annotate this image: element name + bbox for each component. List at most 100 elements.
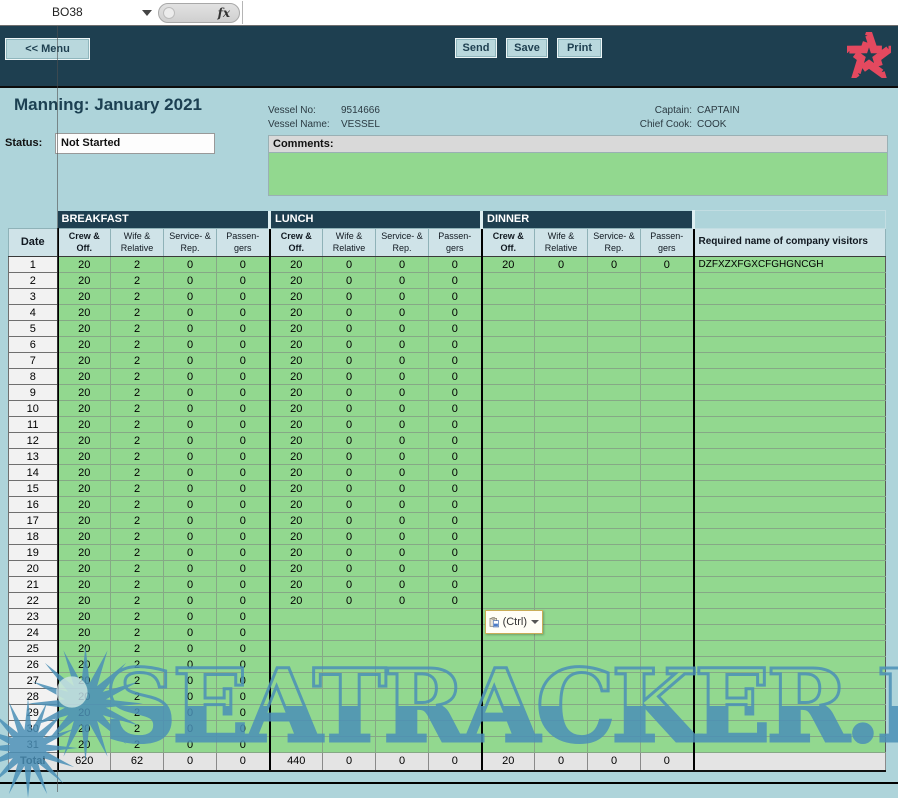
value-cell[interactable]: 20: [58, 353, 111, 369]
value-cell[interactable]: 0: [164, 577, 217, 593]
value-cell[interactable]: 0: [429, 465, 482, 481]
value-cell[interactable]: [588, 577, 641, 593]
value-cell[interactable]: [535, 337, 588, 353]
value-cell[interactable]: [270, 657, 323, 673]
value-cell[interactable]: 0: [164, 353, 217, 369]
value-cell[interactable]: 0: [164, 529, 217, 545]
value-cell[interactable]: [323, 657, 376, 673]
value-cell[interactable]: 0: [323, 289, 376, 305]
value-cell[interactable]: 0: [217, 641, 270, 657]
value-cell[interactable]: 20: [58, 609, 111, 625]
value-cell[interactable]: 2: [111, 385, 164, 401]
value-cell[interactable]: 0: [164, 593, 217, 609]
value-cell[interactable]: 0: [376, 321, 429, 337]
value-cell[interactable]: 0: [164, 321, 217, 337]
value-cell[interactable]: 20: [270, 577, 323, 593]
value-cell[interactable]: 0: [323, 529, 376, 545]
value-cell[interactable]: [535, 641, 588, 657]
value-cell[interactable]: 20: [270, 481, 323, 497]
value-cell[interactable]: [482, 353, 535, 369]
value-cell[interactable]: 0: [164, 305, 217, 321]
visitors-cell[interactable]: [694, 561, 886, 577]
value-cell[interactable]: 20: [58, 449, 111, 465]
value-cell[interactable]: 20: [58, 513, 111, 529]
value-cell[interactable]: 2: [111, 369, 164, 385]
value-cell[interactable]: 0: [429, 385, 482, 401]
value-cell[interactable]: [535, 417, 588, 433]
value-cell[interactable]: [588, 609, 641, 625]
value-cell[interactable]: [482, 641, 535, 657]
value-cell[interactable]: 0: [164, 689, 217, 705]
value-cell[interactable]: 20: [270, 529, 323, 545]
value-cell[interactable]: [641, 465, 694, 481]
value-cell[interactable]: 20: [58, 465, 111, 481]
value-cell[interactable]: 0: [164, 657, 217, 673]
value-cell[interactable]: 0: [164, 337, 217, 353]
value-cell[interactable]: 0: [376, 449, 429, 465]
value-cell[interactable]: 0: [164, 737, 217, 753]
value-cell[interactable]: 0: [376, 289, 429, 305]
value-cell[interactable]: 2: [111, 705, 164, 721]
value-cell[interactable]: [323, 625, 376, 641]
visitors-cell[interactable]: [694, 337, 886, 353]
value-cell[interactable]: 0: [164, 385, 217, 401]
value-cell[interactable]: [588, 705, 641, 721]
value-cell[interactable]: 20: [270, 369, 323, 385]
value-cell[interactable]: 20: [58, 273, 111, 289]
value-cell[interactable]: 0: [376, 529, 429, 545]
value-cell[interactable]: 2: [111, 465, 164, 481]
value-cell[interactable]: [535, 289, 588, 305]
value-cell[interactable]: 0: [164, 449, 217, 465]
value-cell[interactable]: 0: [217, 257, 270, 273]
value-cell[interactable]: 0: [323, 513, 376, 529]
visitors-cell[interactable]: [694, 369, 886, 385]
value-cell[interactable]: 0: [429, 305, 482, 321]
value-cell[interactable]: 2: [111, 513, 164, 529]
visitors-cell[interactable]: [694, 689, 886, 705]
value-cell[interactable]: 2: [111, 657, 164, 673]
value-cell[interactable]: 0: [217, 433, 270, 449]
value-cell[interactable]: [588, 369, 641, 385]
value-cell[interactable]: 0: [164, 401, 217, 417]
value-cell[interactable]: [641, 593, 694, 609]
value-cell[interactable]: 0: [376, 257, 429, 273]
value-cell[interactable]: [323, 609, 376, 625]
value-cell[interactable]: 0: [217, 321, 270, 337]
value-cell[interactable]: 0: [429, 321, 482, 337]
value-cell[interactable]: [641, 289, 694, 305]
value-cell[interactable]: [535, 673, 588, 689]
value-cell[interactable]: [535, 689, 588, 705]
value-cell[interactable]: [482, 481, 535, 497]
value-cell[interactable]: 2: [111, 641, 164, 657]
value-cell[interactable]: 2: [111, 545, 164, 561]
value-cell[interactable]: 0: [217, 593, 270, 609]
value-cell[interactable]: [588, 465, 641, 481]
value-cell[interactable]: 0: [429, 353, 482, 369]
comments-input[interactable]: [268, 153, 888, 196]
value-cell[interactable]: [270, 625, 323, 641]
visitors-cell[interactable]: [694, 497, 886, 513]
value-cell[interactable]: [482, 529, 535, 545]
value-cell[interactable]: [535, 577, 588, 593]
value-cell[interactable]: 0: [217, 689, 270, 705]
value-cell[interactable]: [429, 689, 482, 705]
value-cell[interactable]: 0: [376, 465, 429, 481]
visitors-cell[interactable]: [694, 513, 886, 529]
value-cell[interactable]: [588, 657, 641, 673]
visitors-cell[interactable]: [694, 609, 886, 625]
value-cell[interactable]: 20: [270, 305, 323, 321]
value-cell[interactable]: [641, 641, 694, 657]
value-cell[interactable]: 2: [111, 593, 164, 609]
value-cell[interactable]: [429, 625, 482, 641]
value-cell[interactable]: 0: [323, 417, 376, 433]
visitors-cell[interactable]: [694, 737, 886, 753]
value-cell[interactable]: [535, 449, 588, 465]
value-cell[interactable]: 0: [323, 353, 376, 369]
value-cell[interactable]: 0: [323, 401, 376, 417]
value-cell[interactable]: 2: [111, 337, 164, 353]
value-cell[interactable]: 0: [217, 561, 270, 577]
value-cell[interactable]: [270, 705, 323, 721]
value-cell[interactable]: [641, 545, 694, 561]
value-cell[interactable]: 20: [270, 465, 323, 481]
value-cell[interactable]: 20: [58, 721, 111, 737]
